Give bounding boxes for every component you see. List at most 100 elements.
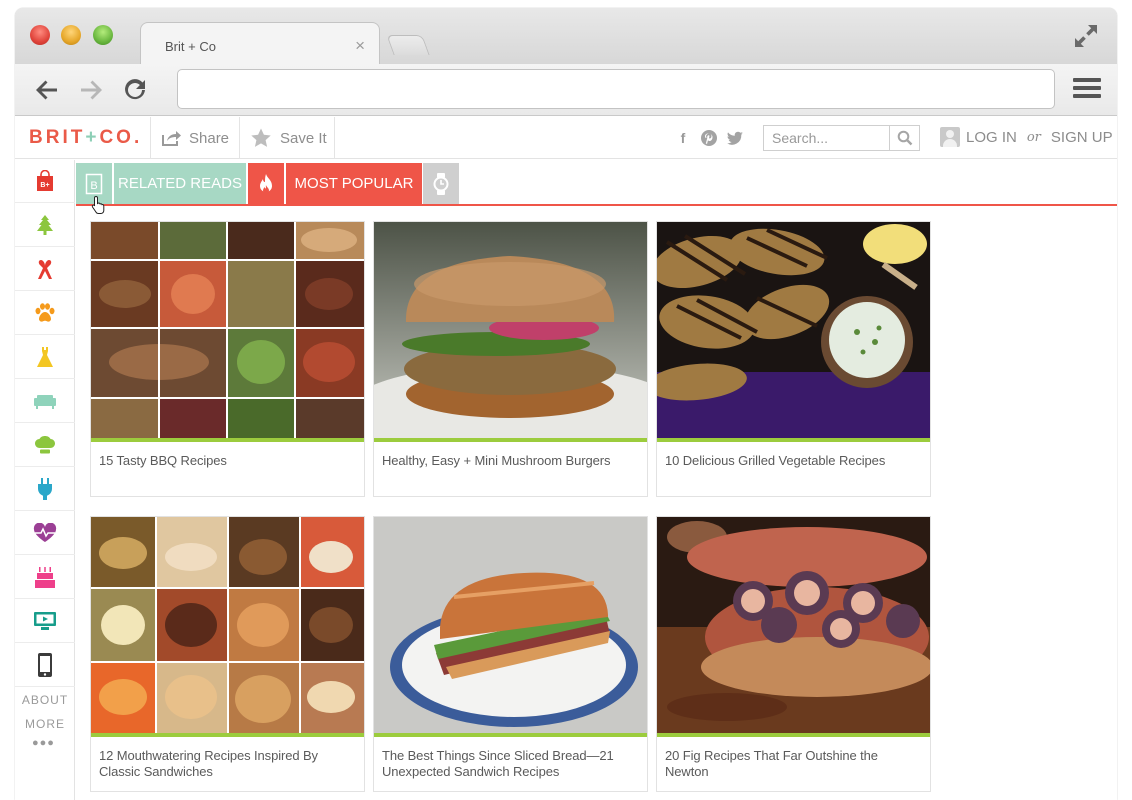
share-button[interactable]: Share xyxy=(161,117,229,159)
sidebar-item-health[interactable] xyxy=(15,512,75,555)
recipe-title[interactable]: Healthy, Easy + Mini Mushroom Burgers xyxy=(382,453,640,469)
recipe-card[interactable]: 20 Fig Recipes That Far Outshine the New… xyxy=(656,516,931,792)
tv-icon xyxy=(34,612,56,630)
chef-hat-icon xyxy=(35,436,55,454)
save-label: Save It xyxy=(280,129,327,147)
flame-icon xyxy=(260,173,272,193)
paw-icon xyxy=(35,303,55,322)
star-icon xyxy=(251,128,271,147)
logo-text-brit: BRIT xyxy=(29,127,86,148)
hamburger-menu-icon[interactable] xyxy=(1073,78,1101,102)
tab-watch[interactable] xyxy=(423,163,459,204)
tab-close-icon[interactable]: × xyxy=(355,36,365,56)
sidebar-item-parties[interactable] xyxy=(15,556,75,599)
section-tabs: B RELATED READS MOST POPULAR xyxy=(76,163,1117,206)
user-avatar-icon xyxy=(940,127,960,147)
divider xyxy=(334,117,335,159)
sidebar-item-entertainment[interactable] xyxy=(15,600,75,643)
recipe-thumbnail[interactable] xyxy=(374,222,647,438)
recipe-thumbnail[interactable] xyxy=(374,517,647,733)
twitter-icon[interactable] xyxy=(726,129,744,147)
sandwich-collage-image xyxy=(91,517,364,733)
tab-title: Brit + Co xyxy=(165,39,216,54)
recipe-card[interactable]: 12 Mouthwatering Recipes Inspired By Cla… xyxy=(90,516,365,792)
tab-flame[interactable] xyxy=(248,163,284,204)
bbq-collage-image xyxy=(91,222,364,438)
pinterest-icon[interactable] xyxy=(700,129,718,147)
recipe-thumbnail[interactable] xyxy=(91,517,364,733)
or-separator: or xyxy=(1026,129,1041,145)
sidebar-item-crafts[interactable] xyxy=(15,248,75,291)
address-bar[interactable] xyxy=(177,69,1055,109)
sidebar-item-food[interactable] xyxy=(15,424,75,467)
sidebar-item-shop[interactable]: B+ xyxy=(15,160,75,203)
sidebar-item-holiday[interactable] xyxy=(15,204,75,247)
baguette-sandwich-image xyxy=(374,517,647,733)
sidebar-item-pets[interactable] xyxy=(15,292,75,335)
shopping-bag-icon: B+ xyxy=(37,170,53,191)
about-link[interactable]: ABOUT xyxy=(15,693,75,707)
recipe-thumbnail[interactable] xyxy=(657,222,930,438)
recipe-card[interactable]: The Best Things Since Sliced Bread—21 Un… xyxy=(373,516,648,792)
fullscreen-icon[interactable] xyxy=(1073,23,1099,49)
tab-most-popular[interactable]: MOST POPULAR xyxy=(286,163,422,204)
recipe-title[interactable]: 10 Delicious Grilled Vegetable Recipes xyxy=(665,453,923,469)
new-tab-button[interactable] xyxy=(386,35,430,55)
search-icon xyxy=(897,130,912,146)
brit-co-logo[interactable]: BRIT+CO. xyxy=(29,127,142,149)
recipe-title[interactable]: The Best Things Since Sliced Bread—21 Un… xyxy=(382,748,640,780)
phone-icon xyxy=(38,653,52,677)
close-window-button[interactable] xyxy=(30,25,50,45)
back-arrow-icon[interactable] xyxy=(33,76,61,104)
logo-text-co: CO. xyxy=(99,127,143,148)
card-accent-bar xyxy=(657,733,930,737)
dress-icon xyxy=(37,347,53,367)
browser-toolbar xyxy=(15,64,1117,116)
facebook-icon[interactable]: f xyxy=(674,129,692,147)
logo-plus: + xyxy=(85,127,100,148)
recipe-title[interactable]: 20 Fig Recipes That Far Outshine the New… xyxy=(665,748,923,780)
recipe-card[interactable]: Healthy, Easy + Mini Mushroom Burgers xyxy=(373,221,648,497)
login-link[interactable]: LOG IN xyxy=(966,129,1017,146)
browser-window: Brit + Co × BRIT+CO. Share Save It f Sea… xyxy=(15,8,1117,800)
sidebar-item-home[interactable] xyxy=(15,380,75,423)
category-sidebar: B+ ABOUT MORE ●●● xyxy=(15,160,75,800)
watch-icon xyxy=(433,172,449,195)
search-input[interactable] xyxy=(764,126,890,150)
site-header: BRIT+CO. Share Save It f Search... LOG I… xyxy=(15,117,1117,159)
cake-icon xyxy=(35,567,55,588)
recipe-title[interactable]: 12 Mouthwatering Recipes Inspired By Cla… xyxy=(99,748,357,780)
sofa-icon xyxy=(34,395,56,409)
recipe-card[interactable]: 15 Tasty BBQ Recipes xyxy=(90,221,365,497)
plug-icon xyxy=(38,478,52,500)
divider xyxy=(150,117,151,159)
sidebar-item-mobile[interactable] xyxy=(15,644,75,687)
recipe-title[interactable]: 15 Tasty BBQ Recipes xyxy=(99,453,357,469)
recipe-thumbnail[interactable] xyxy=(657,517,930,733)
hand-cursor-icon xyxy=(91,195,105,214)
svg-text:B: B xyxy=(90,180,97,192)
tab-related-reads[interactable]: RELATED READS xyxy=(114,163,246,204)
more-link[interactable]: MORE xyxy=(15,717,75,731)
sidebar-item-tech[interactable] xyxy=(15,468,75,511)
signup-link[interactable]: SIGN UP xyxy=(1051,129,1113,146)
fig-sandwich-image xyxy=(657,517,930,733)
save-it-button[interactable]: Save It xyxy=(250,117,327,159)
minimize-window-button[interactable] xyxy=(61,25,81,45)
tree-icon xyxy=(37,215,53,235)
divider xyxy=(239,117,240,159)
browser-tab[interactable]: Brit + Co × xyxy=(140,22,380,70)
share-icon xyxy=(162,131,181,146)
recipe-card[interactable]: 10 Delicious Grilled Vegetable Recipes xyxy=(656,221,931,497)
card-accent-bar xyxy=(91,438,364,442)
zoom-window-button[interactable] xyxy=(93,25,113,45)
mushroom-burger-image xyxy=(374,222,647,438)
forward-arrow-icon[interactable] xyxy=(77,76,105,104)
recipe-thumbnail[interactable] xyxy=(91,222,364,438)
b-badge-icon: B xyxy=(85,173,103,194)
sidebar-item-style[interactable] xyxy=(15,336,75,379)
more-dots-icon[interactable]: ●●● xyxy=(32,737,55,749)
reload-icon[interactable] xyxy=(121,76,149,104)
search-button[interactable] xyxy=(889,126,919,150)
svg-text:B+: B+ xyxy=(40,182,49,189)
